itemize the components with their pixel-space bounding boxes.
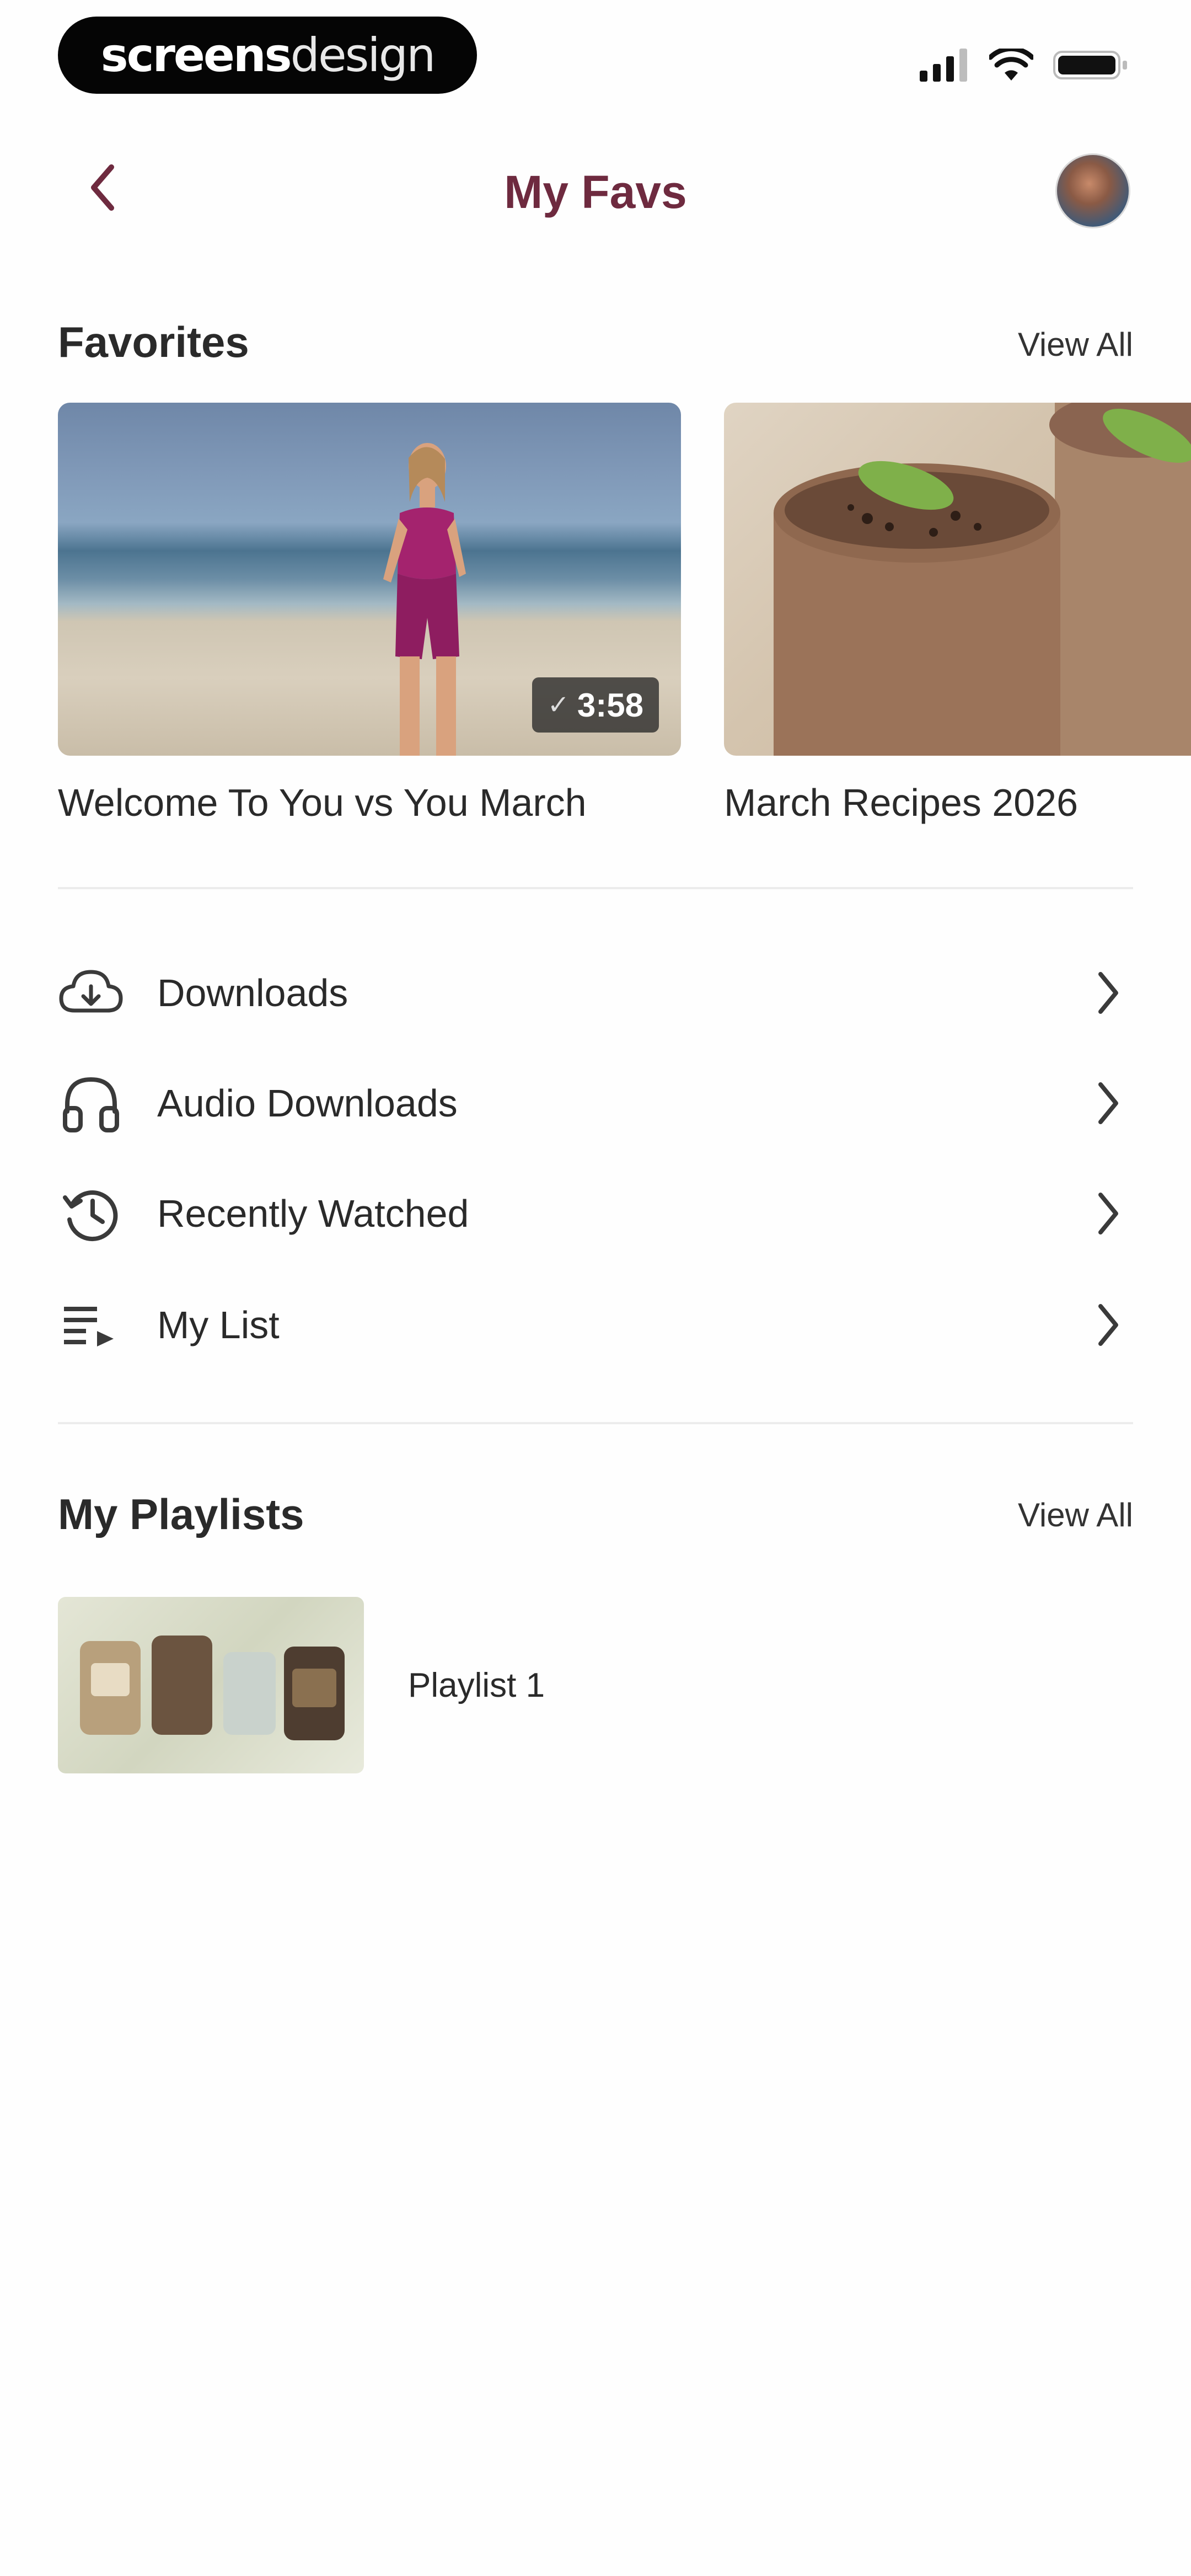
battery-icon [1053,51,1127,79]
menu-item-recently-watched[interactable]: Recently Watched [58,1169,1133,1258]
favorite-thumbnail[interactable] [724,403,1191,756]
check-icon: ✓ [547,691,570,720]
chevron-right-icon [1083,1180,1133,1247]
my-favs-screen: screensdesign My Favs Favorites View All [0,0,1191,2576]
menu-item-audio-downloads[interactable]: Audio Downloads [58,1059,1133,1147]
favorite-title: March Recipes 2026 [724,781,1078,824]
favorites-view-all-link[interactable]: View All [1018,325,1133,364]
brand-text-light: design [290,28,436,82]
page-title: My Favs [504,166,687,218]
chevron-right-icon [1083,1070,1133,1136]
person-figure [383,443,466,756]
menu-item-downloads[interactable]: Downloads [58,949,1133,1037]
playlist-icon [58,1292,124,1358]
chevron-right-icon [1083,960,1133,1026]
cellular-signal-icon [920,49,967,82]
user-avatar[interactable] [1055,153,1130,228]
playlists-view-all-link[interactable]: View All [1018,1496,1133,1534]
favorite-card[interactable]: March Recipes 2026 [724,403,1191,825]
menu-item-label: Downloads [157,971,348,1014]
brand-text-bold: screens [100,28,292,82]
favorite-card[interactable]: ✓ 3:58 Welcome To You vs You March [58,403,681,825]
duration-badge: ✓ 3:58 [532,677,659,733]
menu-item-label: Audio Downloads [157,1082,458,1125]
duration-text: 3:58 [577,686,643,724]
playlist-name: Playlist 1 [408,1666,545,1704]
wifi-icon [989,49,1033,81]
chevron-right-icon [1083,1292,1133,1358]
history-icon [58,1180,124,1247]
playlist-item[interactable]: Playlist 1 [58,1597,545,1773]
section-divider [58,1422,1133,1424]
smoothie-image [774,403,1191,756]
menu-item-my-list[interactable]: My List [58,1281,1133,1369]
menu-item-label: My List [157,1303,280,1346]
brand-watermark: screensdesign [58,17,477,94]
favorites-title: Favorites [58,318,249,366]
favorite-title: Welcome To You vs You March [58,781,587,824]
status-icons [920,49,1130,82]
menu-item-label: Recently Watched [157,1192,469,1235]
playlists-title: My Playlists [58,1490,304,1538]
headphones-icon [58,1070,124,1136]
cloud-download-icon [58,960,124,1026]
playlist-thumbnail[interactable] [58,1597,364,1773]
favorite-thumbnail[interactable]: ✓ 3:58 [58,403,681,756]
section-divider [58,887,1133,889]
playlist-cover-image [80,1636,345,1740]
